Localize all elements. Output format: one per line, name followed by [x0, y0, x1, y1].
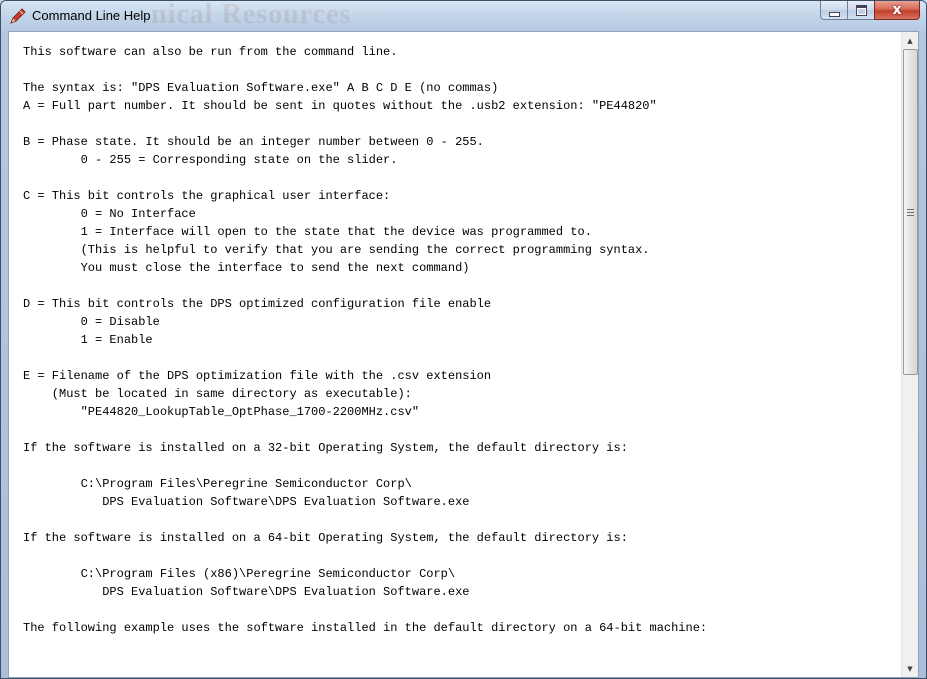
- help-text-line: [23, 349, 902, 367]
- help-text-line: 1 = Interface will open to the state tha…: [23, 225, 592, 239]
- help-text-line: B = Phase state. It should be an integer…: [23, 135, 484, 149]
- help-text-line: You must close the interface to send the…: [23, 261, 470, 275]
- scroll-up-arrow-icon[interactable]: ▲: [902, 32, 918, 49]
- minimize-button[interactable]: [820, 1, 847, 20]
- help-text-line: [23, 601, 902, 619]
- maximize-button[interactable]: [847, 1, 874, 20]
- scroll-grip-icon: [907, 208, 914, 216]
- close-button[interactable]: x: [874, 1, 920, 20]
- help-text-line: C = This bit controls the graphical user…: [23, 189, 391, 203]
- help-text-line: (Must be located in same directory as ex…: [23, 387, 412, 401]
- vertical-scrollbar[interactable]: ▲ ▼: [901, 32, 918, 677]
- caption-buttons: x: [820, 1, 920, 21]
- help-text-line: 0 = Disable: [23, 315, 160, 329]
- help-text-line: D = This bit controls the DPS optimized …: [23, 297, 492, 311]
- close-icon: x: [892, 2, 902, 18]
- help-text-line: A = Full part number. It should be sent …: [23, 99, 657, 113]
- help-text-line: "PE44820_LookupTable_OptPhase_1700-2200M…: [23, 405, 420, 419]
- help-text-line: [23, 277, 902, 295]
- help-text-line: E = Filename of the DPS optimization fil…: [23, 369, 492, 383]
- help-text-line: The following example uses the software …: [23, 621, 708, 635]
- pen-icon[interactable]: [9, 7, 27, 25]
- help-text-line: (This is helpful to verify that you are …: [23, 243, 650, 257]
- help-text-line: 0 - 255 = Corresponding state on the sli…: [23, 153, 398, 167]
- help-text-line: [23, 115, 902, 133]
- help-text-line: 0 = No Interface: [23, 207, 196, 221]
- minimize-icon: [828, 11, 840, 17]
- help-text-line: [23, 457, 902, 475]
- help-text-line: [23, 61, 902, 79]
- help-text-box[interactable]: This software can also be run from the c…: [8, 31, 919, 678]
- help-text-line: C:\Program Files\Peregrine Semiconductor…: [23, 477, 412, 491]
- scroll-down-arrow-icon[interactable]: ▼: [902, 660, 918, 677]
- help-text-line: [23, 421, 902, 439]
- window-title: Command Line Help: [32, 8, 151, 23]
- scrollbar-thumb[interactable]: [903, 49, 918, 375]
- help-text-line: [23, 169, 902, 187]
- maximize-icon: [855, 4, 867, 16]
- title-bar[interactable]: nical Resources Command Line Help x: [1, 1, 926, 31]
- help-text-content[interactable]: This software can also be run from the c…: [9, 32, 902, 677]
- help-text-line: If the software is installed on a 32-bit…: [23, 441, 628, 455]
- command-line-help-window: nical Resources Command Line Help x This…: [0, 0, 927, 679]
- help-text-line: [23, 547, 902, 565]
- help-text-line: If the software is installed on a 64-bit…: [23, 531, 628, 545]
- help-text-line: [23, 511, 902, 529]
- help-text-line: C:\Program Files (x86)\Peregrine Semicon…: [23, 567, 456, 581]
- help-text-line: The syntax is: "DPS Evaluation Software.…: [23, 81, 499, 95]
- title-watermark: nical Resources: [151, 0, 352, 30]
- help-text-line: This software can also be run from the c…: [23, 45, 398, 59]
- help-text-line: DPS Evaluation Software\DPS Evaluation S…: [23, 495, 470, 509]
- help-text-line: DPS Evaluation Software\DPS Evaluation S…: [23, 585, 470, 599]
- help-text-line: 1 = Enable: [23, 333, 153, 347]
